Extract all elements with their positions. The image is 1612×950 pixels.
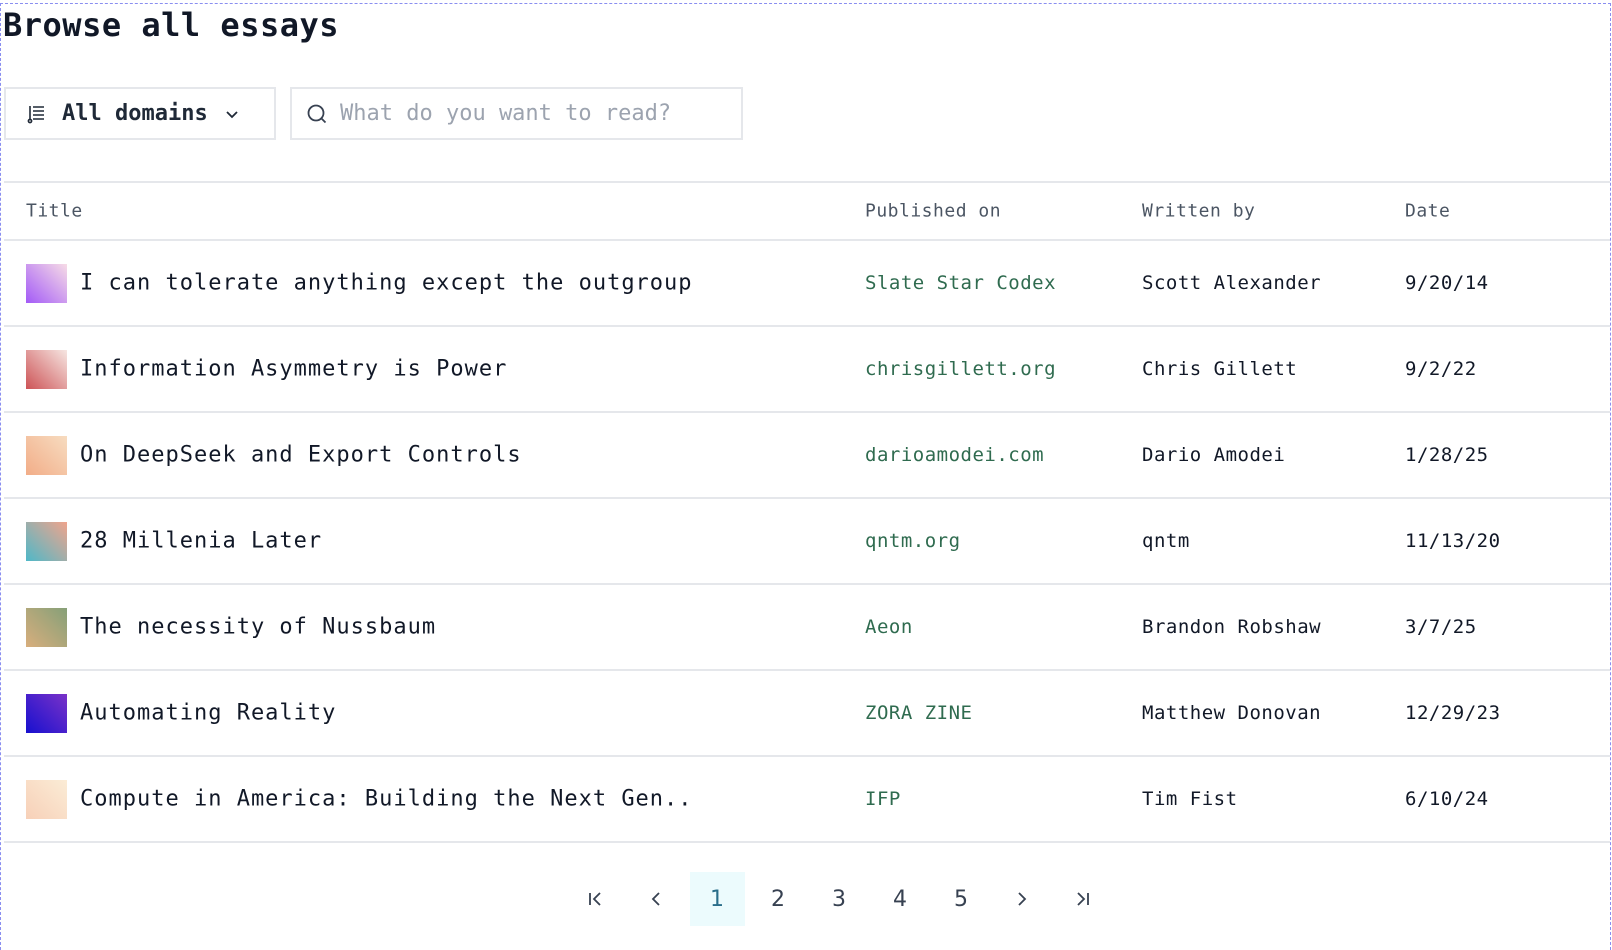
table-row[interactable]: Automating Reality ZORA ZINE Matthew Don… xyxy=(4,671,1610,757)
table-row[interactable]: I can tolerate anything except the outgr… xyxy=(4,241,1610,327)
essay-author: Brandon Robshaw xyxy=(1142,616,1322,638)
essay-title[interactable]: I can tolerate anything except the outgr… xyxy=(80,271,693,296)
essay-title[interactable]: The necessity of Nussbaum xyxy=(80,615,436,640)
first-page-button[interactable] xyxy=(568,872,623,926)
essay-publication-link[interactable]: chrisgillett.org xyxy=(865,358,1056,380)
essay-title[interactable]: 28 Millenia Later xyxy=(80,529,322,554)
essay-date: 12/29/23 xyxy=(1405,702,1501,724)
essay-date: 9/2/22 xyxy=(1405,358,1477,380)
essay-thumbnail xyxy=(26,780,67,819)
next-page-button[interactable] xyxy=(995,872,1050,926)
essay-author: Tim Fist xyxy=(1142,788,1238,810)
page-button-1[interactable]: 1 xyxy=(689,872,745,926)
domain-filter-label: All domains xyxy=(62,101,208,126)
essay-date: 11/13/20 xyxy=(1405,530,1501,552)
essay-author: Scott Alexander xyxy=(1142,272,1322,294)
table-row[interactable]: The necessity of Nussbaum Aeon Brandon R… xyxy=(4,585,1610,671)
search-input[interactable] xyxy=(340,101,720,126)
table-row[interactable]: Information Asymmetry is Power chrisgill… xyxy=(4,327,1610,413)
next-page-icon xyxy=(1018,892,1027,906)
table-row[interactable]: 28 Millenia Later qntm.org qntm 11/13/20 xyxy=(4,499,1610,585)
header-date[interactable]: Date xyxy=(1405,201,1450,222)
search-icon xyxy=(306,103,328,125)
list-icon xyxy=(26,104,48,124)
table-row[interactable]: Compute in America: Building the Next Ge… xyxy=(4,757,1610,843)
essay-publication-link[interactable]: qntm.org xyxy=(865,530,961,552)
essay-publication-link[interactable]: Slate Star Codex xyxy=(865,272,1056,294)
pagination: 1 2 3 4 5 xyxy=(0,872,1612,926)
essay-author: qntm xyxy=(1142,530,1190,552)
page-title: Browse all essays xyxy=(3,6,340,44)
essay-thumbnail xyxy=(26,436,67,475)
header-published-on[interactable]: Published on xyxy=(865,201,1001,222)
essay-author: Dario Amodei xyxy=(1142,444,1286,466)
domain-filter-dropdown[interactable]: All domains xyxy=(4,87,276,140)
first-page-icon xyxy=(589,892,601,906)
essay-publication-link[interactable]: darioamodei.com xyxy=(865,444,1044,466)
essay-author: Matthew Donovan xyxy=(1142,702,1322,724)
essay-date: 3/7/25 xyxy=(1405,616,1477,638)
essay-date: 6/10/24 xyxy=(1405,788,1489,810)
essay-thumbnail xyxy=(26,350,67,389)
table-row[interactable]: On DeepSeek and Export Controls darioamo… xyxy=(4,413,1610,499)
essay-thumbnail xyxy=(26,694,67,733)
chevron-down-icon xyxy=(224,106,240,122)
essay-publication-link[interactable]: IFP xyxy=(865,788,901,810)
essay-date: 1/28/25 xyxy=(1405,444,1489,466)
page-button-3[interactable]: 3 xyxy=(812,872,867,926)
essay-title[interactable]: Information Asymmetry is Power xyxy=(80,357,507,382)
header-written-by[interactable]: Written by xyxy=(1142,201,1255,222)
table-header: Title Published on Written by Date xyxy=(4,181,1610,241)
essay-author: Chris Gillett xyxy=(1142,358,1298,380)
search-box[interactable] xyxy=(290,87,743,140)
essay-title[interactable]: Automating Reality xyxy=(80,701,336,726)
essay-title[interactable]: On DeepSeek and Export Controls xyxy=(80,443,522,468)
prev-page-icon xyxy=(651,892,660,906)
essays-table: Title Published on Written by Date I can… xyxy=(4,181,1610,843)
last-page-button[interactable] xyxy=(1056,872,1111,926)
essay-title[interactable]: Compute in America: Building the Next Ge… xyxy=(80,787,693,812)
essay-date: 9/20/14 xyxy=(1405,272,1489,294)
essay-thumbnail xyxy=(26,608,67,647)
page-button-5[interactable]: 5 xyxy=(934,872,989,926)
essay-thumbnail xyxy=(26,522,67,561)
essay-publication-link[interactable]: Aeon xyxy=(865,616,913,638)
essay-publication-link[interactable]: ZORA ZINE xyxy=(865,702,972,724)
essay-thumbnail xyxy=(26,264,67,303)
header-title[interactable]: Title xyxy=(26,201,83,222)
page-button-2[interactable]: 2 xyxy=(751,872,806,926)
prev-page-button[interactable] xyxy=(629,872,684,926)
last-page-icon xyxy=(1077,892,1089,906)
page-button-4[interactable]: 4 xyxy=(873,872,928,926)
